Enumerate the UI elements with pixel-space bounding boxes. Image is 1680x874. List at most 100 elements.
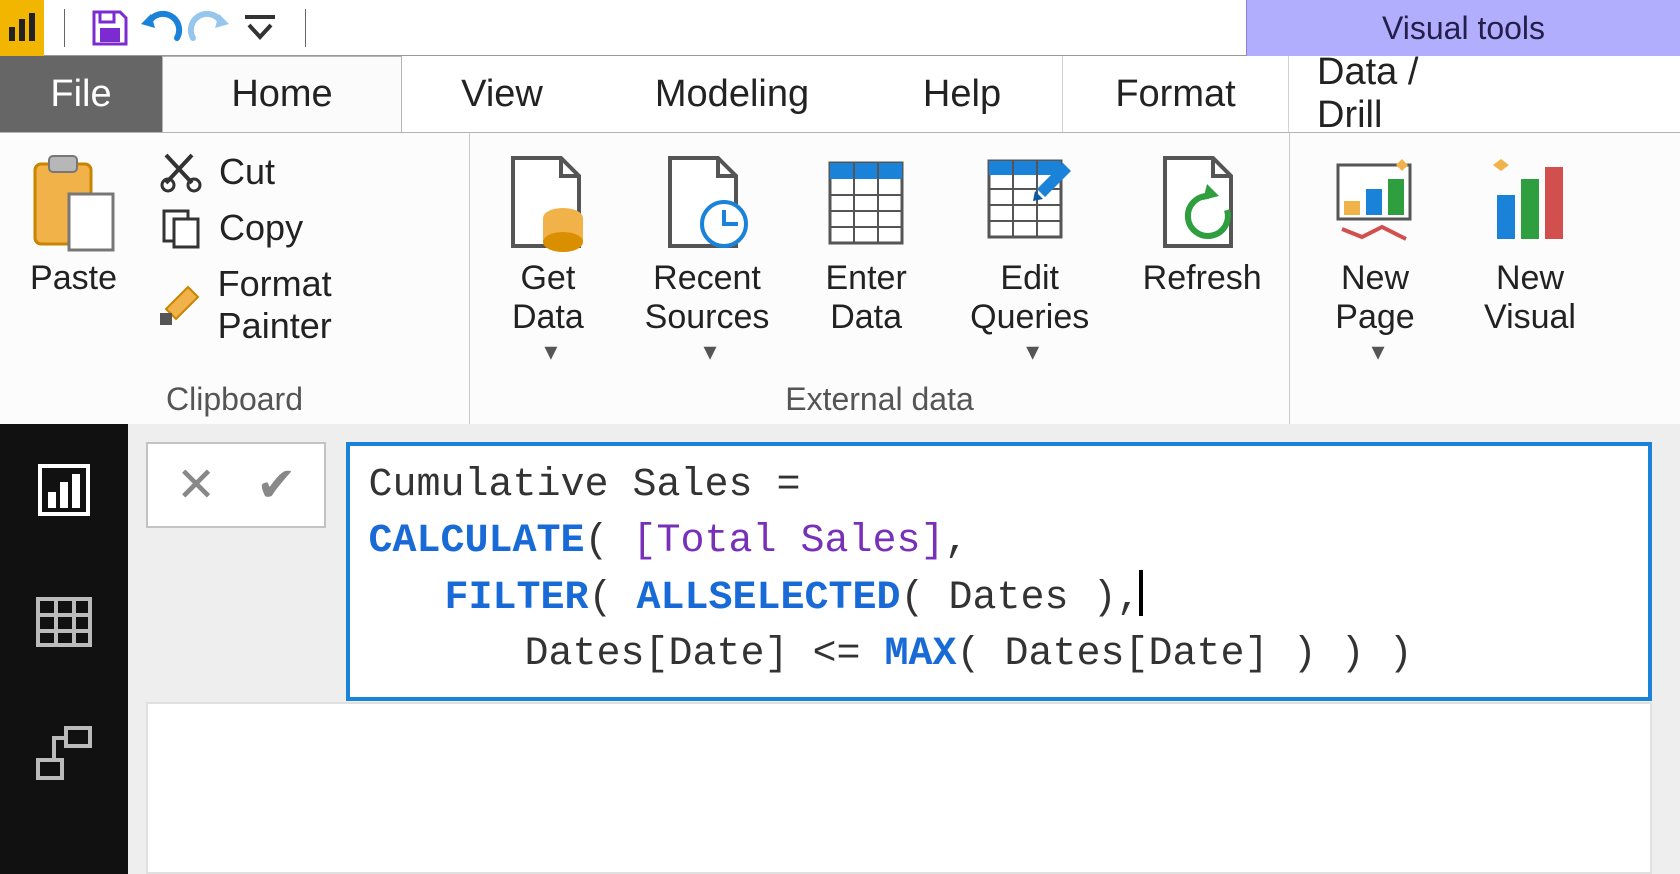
table-icon: [826, 159, 906, 249]
edit-queries-button[interactable]: Edit Queries▾: [954, 143, 1105, 367]
format-painter-button[interactable]: Format Painter: [157, 263, 449, 347]
formula-text: (: [584, 519, 632, 564]
bar-chart-icon: [7, 13, 37, 43]
get-data-button[interactable]: Get Data▾: [490, 143, 606, 367]
report-canvas[interactable]: [146, 702, 1652, 874]
tab-help[interactable]: Help: [862, 56, 1062, 132]
tab-home[interactable]: Home: [162, 56, 402, 132]
formula-text: Dates[Date] <=: [524, 632, 884, 677]
left-nav: [0, 424, 128, 874]
formula-text: ( Dates[Date] ) ) ): [957, 632, 1413, 677]
ribbon-group-external-data: Get Data▾ Recent Sources▾: [470, 133, 1290, 424]
tab-label: Data / Drill: [1317, 51, 1490, 137]
document-refresh-icon: [1157, 154, 1247, 254]
visual-tools-label: Visual tools: [1382, 10, 1545, 47]
table-edit-icon: [985, 157, 1075, 251]
tab-data-drill[interactable]: Data / Drill: [1288, 56, 1518, 132]
paintbrush-icon: [157, 285, 204, 325]
new-visual-button[interactable]: New Visual: [1470, 143, 1590, 337]
tab-label: Home: [231, 73, 332, 116]
document-clock-icon: [662, 154, 752, 254]
formula-text: Cumulative Sales =: [368, 463, 800, 508]
group-label: External data: [490, 373, 1269, 418]
new-page-icon: [1332, 159, 1418, 249]
paste-button[interactable]: Paste: [20, 143, 127, 298]
save-icon: [90, 8, 130, 48]
recent-sources-button[interactable]: Recent Sources▾: [636, 143, 778, 367]
formula-editor[interactable]: Cumulative Sales = CALCULATE( [Total Sal…: [346, 442, 1652, 701]
refresh-button[interactable]: Refresh: [1135, 143, 1269, 298]
tab-file[interactable]: File: [0, 56, 162, 132]
scissors-icon: [157, 152, 205, 192]
chevron-down-icon: ▾: [1026, 337, 1039, 367]
cancel-formula-button[interactable]: ✕: [176, 457, 216, 513]
enter-data-button[interactable]: Enter Data: [808, 143, 924, 337]
document-db-icon: [505, 154, 591, 254]
btn-label: New Page: [1335, 259, 1414, 337]
separator: [305, 9, 306, 47]
ribbon-home: Paste Cut Copy: [0, 132, 1680, 424]
chevron-down-icon: ▾: [1371, 337, 1384, 367]
commit-formula-button[interactable]: ✔: [256, 457, 296, 513]
tab-label: View: [461, 73, 543, 116]
report-icon: [36, 462, 92, 518]
copy-button[interactable]: Copy: [157, 207, 449, 249]
paste-icon: [29, 154, 119, 254]
dax-keyword: FILTER: [444, 576, 588, 621]
content-area: ✕ ✔ Cumulative Sales = CALCULATE( [Total…: [128, 424, 1680, 874]
ribbon-group-insert: New Page▾ New Visual: [1290, 133, 1680, 424]
paste-label: Paste: [30, 259, 117, 298]
model-icon: [34, 726, 94, 782]
dax-keyword: MAX: [885, 632, 957, 677]
redo-button[interactable]: [185, 3, 235, 53]
quick-access-toolbar: Visual tools: [0, 0, 1680, 56]
formula-text: ,: [945, 519, 969, 564]
btn-label: Enter Data: [826, 259, 907, 337]
new-page-button[interactable]: New Page▾: [1310, 143, 1440, 367]
tab-label: Modeling: [655, 73, 809, 116]
nav-data[interactable]: [28, 586, 100, 658]
app-icon: [0, 0, 44, 56]
chevron-down-icon: ▾: [544, 337, 557, 367]
dax-measure: [Total Sales]: [633, 519, 945, 564]
redo-icon: [187, 10, 233, 46]
group-label: [1310, 373, 1660, 418]
tab-label: Help: [923, 73, 1001, 116]
format-painter-label: Format Painter: [218, 263, 449, 347]
tab-view[interactable]: View: [402, 56, 602, 132]
tab-format[interactable]: Format: [1062, 56, 1288, 132]
tab-label: Format: [1115, 73, 1235, 116]
ribbon-group-clipboard: Paste Cut Copy: [0, 133, 470, 424]
contextual-tab-header: Visual tools: [1246, 0, 1680, 56]
nav-report[interactable]: [28, 454, 100, 526]
group-label: Clipboard: [20, 373, 449, 418]
btn-label: Get Data: [512, 259, 584, 337]
cut-button[interactable]: Cut: [157, 151, 449, 193]
chevron-down-icon: ▾: [703, 337, 716, 367]
cut-label: Cut: [219, 151, 275, 193]
formula-text: (: [588, 576, 636, 621]
ribbon-tabs: File Home View Modeling Help Format Data…: [0, 56, 1680, 132]
tab-modeling[interactable]: Modeling: [602, 56, 862, 132]
save-button[interactable]: [85, 3, 135, 53]
tab-label: File: [50, 73, 111, 116]
undo-button[interactable]: [135, 3, 185, 53]
dax-keyword: CALCULATE: [368, 519, 584, 564]
text-cursor: [1139, 570, 1143, 616]
formula-text: ( Dates ),: [901, 576, 1141, 621]
undo-icon: [137, 10, 183, 46]
btn-label: Refresh: [1143, 259, 1262, 298]
new-visual-icon: [1491, 159, 1569, 249]
copy-label: Copy: [219, 207, 303, 249]
dax-keyword: ALLSELECTED: [636, 576, 900, 621]
data-grid-icon: [36, 597, 92, 647]
formula-controls: ✕ ✔: [146, 442, 326, 528]
separator: [64, 9, 65, 47]
copy-icon: [157, 208, 205, 248]
btn-label: New Visual: [1484, 259, 1576, 337]
btn-label: Recent Sources: [645, 259, 770, 337]
customize-qat-button[interactable]: [235, 3, 285, 53]
chevron-down-bar-icon: [245, 13, 275, 43]
btn-label: Edit Queries: [970, 259, 1089, 337]
nav-model[interactable]: [28, 718, 100, 790]
